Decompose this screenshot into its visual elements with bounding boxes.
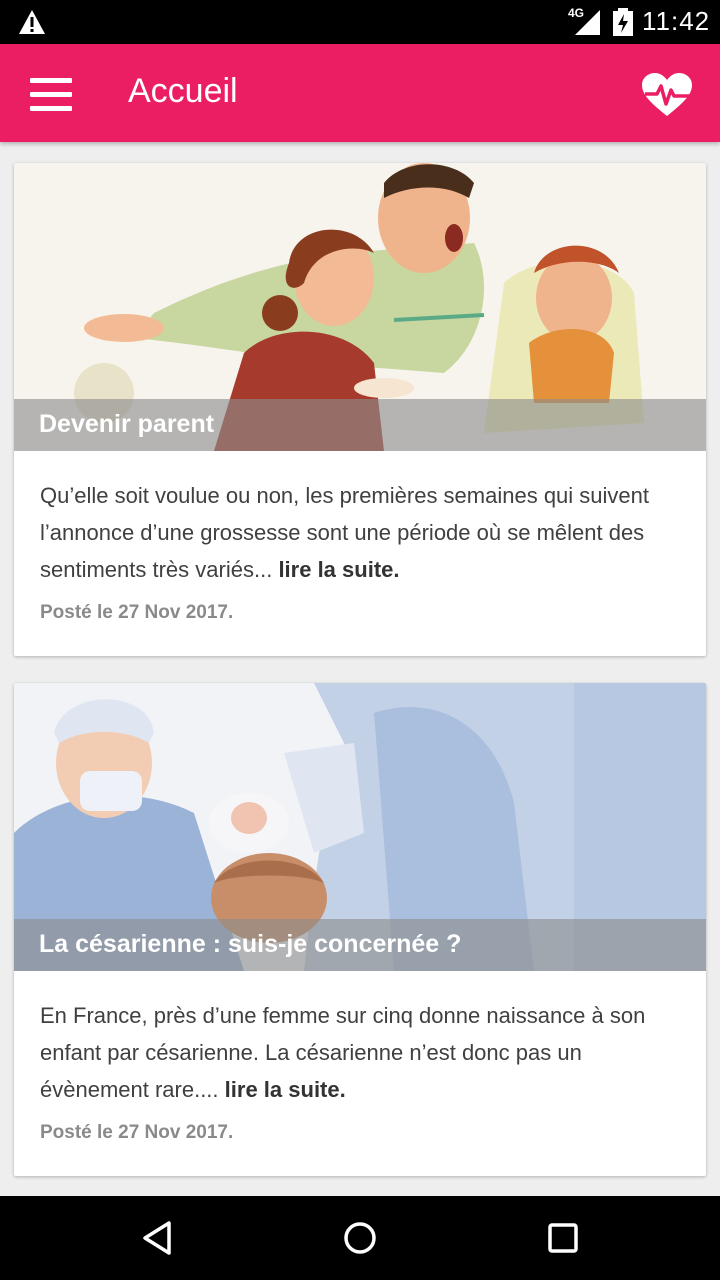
- post-feed: Devenir parent Qu’elle soit voulue ou no…: [0, 142, 720, 1196]
- post-date: Posté le 27 Nov 2017.: [40, 602, 234, 623]
- read-more-link[interactable]: lire la suite.: [225, 1077, 346, 1102]
- post-date: Posté le 27 Nov 2017.: [40, 1122, 234, 1143]
- post-card[interactable]: La césarienne : suis-je concernée ? En F…: [14, 683, 706, 1176]
- menu-icon[interactable]: [30, 78, 72, 112]
- system-nav-bar: [0, 1196, 720, 1280]
- status-bar: 4G 11:42: [0, 0, 720, 44]
- post-excerpt: En France, près d’une femme sur cinq don…: [40, 1003, 646, 1102]
- heart-pulse-icon[interactable]: [641, 72, 693, 118]
- home-icon[interactable]: [340, 1218, 380, 1258]
- post-card[interactable]: Devenir parent Qu’elle soit voulue ou no…: [14, 163, 706, 656]
- battery-charging-icon: [613, 8, 633, 36]
- clock: 11:42: [642, 6, 711, 36]
- post-excerpt: Qu’elle soit voulue ou non, les première…: [40, 483, 649, 582]
- app-bar: Accueil: [0, 44, 720, 142]
- back-icon[interactable]: [138, 1218, 178, 1258]
- recents-icon[interactable]: [543, 1218, 583, 1258]
- read-more-link[interactable]: lire la suite.: [278, 557, 399, 582]
- signal-icon: [575, 10, 600, 35]
- post-title: Devenir parent: [39, 410, 215, 438]
- warning-icon: [19, 10, 45, 34]
- post-title: La césarienne : suis-je concernée ?: [39, 930, 462, 958]
- page-title: Accueil: [128, 72, 238, 110]
